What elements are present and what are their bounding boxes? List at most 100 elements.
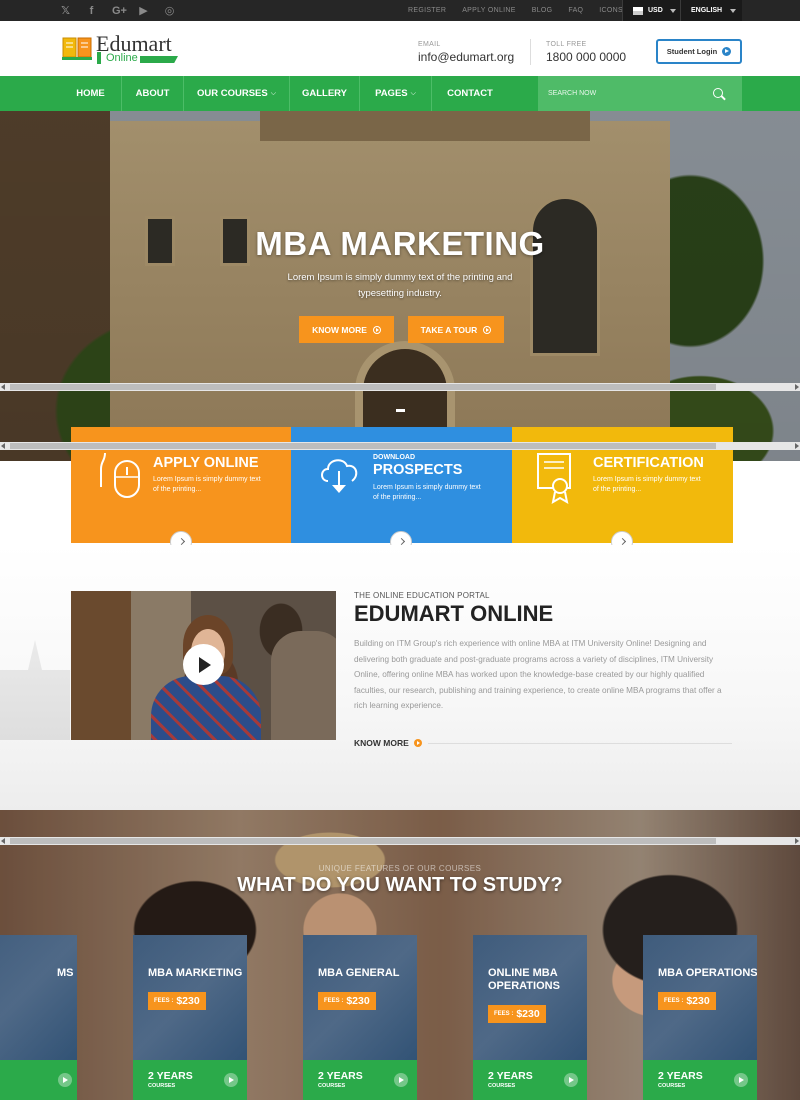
course-footer: 2 YEARS COURSES (303, 1060, 417, 1100)
course-card[interactable]: ONLINE MBA OPERATIONS FEES : $230 2 YEAR… (473, 935, 587, 1100)
arrow-circle-icon (483, 325, 492, 334)
language-value: ENGLISH (691, 7, 723, 14)
fee-label: FEES : (664, 998, 684, 1004)
video-person (271, 631, 336, 740)
play-circle-icon[interactable] (58, 1073, 72, 1087)
play-circle-icon[interactable] (734, 1073, 748, 1087)
divider (530, 39, 531, 65)
hero-window (530, 196, 600, 356)
top-links: REGISTER APPLY ONLINE BLOG FAQ ICONS LIS… (408, 0, 641, 21)
youtube-icon[interactable]: ▶ (138, 4, 149, 17)
course-name: ONLINE MBA OPERATIONS (488, 967, 560, 992)
nav-our-courses[interactable]: OUR COURSES ⌵ (184, 76, 290, 111)
about-know-more-link[interactable]: KNOW MORE (354, 738, 422, 748)
nav-about[interactable]: ABOUT (122, 76, 184, 111)
nav-label: ABOUT (135, 88, 170, 99)
book-icon (62, 37, 92, 60)
main-nav: HOME ABOUT OUR COURSES ⌵ GALLERY PAGES ⌵ C… (0, 76, 800, 111)
google-plus-icon[interactable]: G+ (112, 5, 127, 17)
scrollbar-thumb[interactable] (10, 443, 716, 449)
phone-value[interactable]: 1800 000 0000 (546, 50, 626, 64)
course-card[interactable]: MBA OPERATIONS FEES : $230 2 YEARS COURS… (643, 935, 757, 1100)
course-card[interactable]: MBA MARKETING FEES : $230 2 YEARS COURSE… (133, 935, 247, 1100)
scroll-right-arrow-icon[interactable] (795, 443, 799, 449)
twitter-icon[interactable]: 𝕏 (60, 4, 71, 17)
nav-home[interactable]: HOME (60, 76, 122, 111)
email-label: EMAIL (418, 41, 441, 48)
logo[interactable]: Edumart Online (60, 29, 185, 67)
play-circle-icon (722, 47, 732, 56)
fee-value: $230 (686, 995, 710, 1007)
search-input[interactable] (548, 86, 698, 101)
take-a-tour-button[interactable]: TAKE A TOUR (408, 316, 504, 343)
course-fee-badge: FEES : $230 (488, 1005, 546, 1023)
courses-title: WHAT DO YOU WANT TO STUDY? (237, 874, 563, 896)
arrow-circle-icon (413, 739, 422, 747)
email-contact: EMAIL info@edumart.org (418, 41, 514, 64)
fee-value: $230 (516, 1008, 540, 1020)
language-dropdown[interactable]: ENGLISH (680, 0, 742, 21)
feature-desc: Lorem Ipsum is simply dummy text of the … (153, 476, 261, 493)
feature-title: APPLY ONLINE (153, 455, 259, 471)
phone-label: TOLL FREE (546, 41, 587, 48)
slider-dot[interactable] (396, 409, 405, 412)
chevron-down-icon (730, 9, 736, 13)
mouse-icon (100, 452, 140, 498)
faq-link[interactable]: FAQ (568, 7, 583, 14)
button-label: TAKE A TOUR (420, 324, 478, 335)
scrollbar-thumb[interactable] (10, 838, 716, 844)
arrow-circle-icon (372, 325, 381, 334)
nav-gallery[interactable]: GALLERY (290, 76, 360, 111)
course-courses-label: COURSES (318, 1083, 346, 1089)
scroll-left-arrow-icon[interactable] (1, 384, 5, 390)
horizontal-scrollbar[interactable] (0, 383, 800, 391)
horizontal-scrollbar[interactable] (0, 442, 800, 450)
course-image (473, 935, 587, 1060)
course-footer: 2 YEARS COURSES (133, 1060, 247, 1100)
student-login-button[interactable]: Student Login (656, 39, 742, 64)
search-box (538, 76, 742, 111)
scroll-right-arrow-icon[interactable] (795, 838, 799, 844)
about-kicker: THE ONLINE EDUCATION PORTAL (354, 591, 490, 600)
nav-label: GALLERY (301, 88, 348, 99)
play-icon[interactable] (183, 644, 224, 685)
hero-title: MBA MARKETING (255, 225, 545, 262)
course-courses-label: COURSES (658, 1083, 686, 1089)
course-years: 2 YEARS (318, 1070, 363, 1082)
apply-online-link[interactable]: APPLY ONLINE (462, 7, 516, 14)
course-card[interactable]: MS (0, 935, 77, 1100)
link-label: KNOW MORE (354, 738, 409, 748)
feature-title: PROSPECTS (373, 462, 463, 478)
button-label: KNOW MORE (312, 324, 367, 335)
horizontal-scrollbar[interactable] (0, 837, 800, 845)
register-link[interactable]: REGISTER (408, 7, 446, 14)
flag-icon (633, 6, 643, 15)
fee-label: FEES : (324, 998, 344, 1004)
feature-desc: Lorem Ipsum is simply dummy text of the … (373, 484, 481, 501)
know-more-button[interactable]: KNOW MORE (299, 316, 394, 343)
nav-label: OUR COURSES (196, 88, 268, 99)
course-card[interactable]: MBA GENERAL FEES : $230 2 YEARS COURSES (303, 935, 417, 1100)
logo-subtitle: Online (97, 52, 138, 64)
about-body: Building on ITM Group's rich experience … (354, 639, 722, 710)
nav-pages[interactable]: PAGES ⌵ (360, 76, 432, 111)
scroll-left-arrow-icon[interactable] (1, 838, 5, 844)
email-value[interactable]: info@edumart.org (418, 50, 514, 64)
play-circle-icon[interactable] (394, 1073, 408, 1087)
scrollbar-thumb[interactable] (10, 384, 716, 390)
blog-link[interactable]: BLOG (532, 7, 553, 14)
scroll-left-arrow-icon[interactable] (1, 443, 5, 449)
facebook-icon[interactable]: f (86, 5, 97, 17)
social-links: 𝕏 f G+ ▶ ◎ (60, 0, 175, 21)
about-title: EDUMART ONLINE (354, 601, 554, 626)
play-circle-icon[interactable] (224, 1073, 238, 1087)
play-circle-icon[interactable] (564, 1073, 578, 1087)
login-label: Student Login (666, 47, 718, 56)
nav-contact[interactable]: CONTACT (432, 76, 508, 111)
hero-building-roof (260, 111, 590, 141)
course-years: 2 YEARS (148, 1070, 193, 1082)
scroll-right-arrow-icon[interactable] (795, 384, 799, 390)
search-icon[interactable] (713, 88, 723, 98)
instagram-icon[interactable]: ◎ (164, 4, 175, 17)
fee-label: FEES : (494, 1011, 514, 1017)
